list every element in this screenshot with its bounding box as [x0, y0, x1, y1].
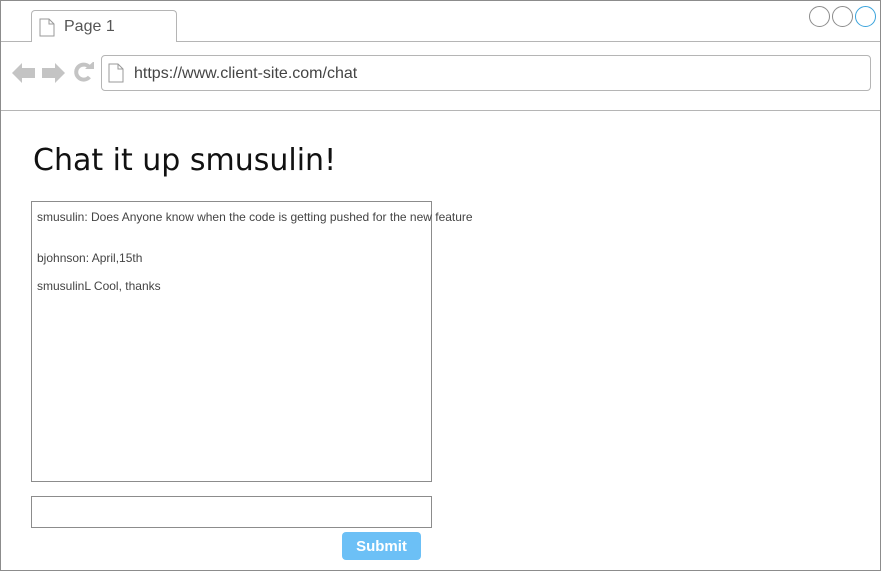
page-icon: [108, 63, 124, 83]
browser-toolbar: https://www.client-site.com/chat: [1, 42, 880, 111]
tab-label: Page 1: [64, 18, 115, 35]
chat-message: smusulin: Does Anyone know when the code…: [37, 210, 473, 224]
chat-message: bjohnson: April,15th: [37, 251, 143, 265]
chat-message: smusulinL Cool, thanks: [37, 279, 161, 293]
window-controls: [809, 6, 876, 27]
maximize-button[interactable]: [832, 6, 853, 27]
forward-arrow-icon[interactable]: [41, 62, 66, 84]
chat-log[interactable]: smusulin: Does Anyone know when the code…: [31, 201, 473, 482]
minimize-button[interactable]: [809, 6, 830, 27]
submit-button[interactable]: Submit: [342, 532, 421, 560]
url-text: https://www.client-site.com/chat: [134, 65, 358, 82]
page-title: Chat it up smusulin!: [33, 143, 337, 178]
back-arrow-icon[interactable]: [11, 62, 36, 84]
message-input[interactable]: [31, 496, 432, 528]
page-icon: [39, 18, 55, 37]
browser-window: Page 1 https://www.client-site.com/chat …: [0, 0, 881, 571]
close-button[interactable]: [855, 6, 876, 27]
reload-icon[interactable]: [72, 62, 95, 84]
tab-page-1[interactable]: Page 1: [31, 10, 177, 42]
address-bar[interactable]: https://www.client-site.com/chat: [101, 55, 871, 91]
tab-bar: Page 1: [1, 1, 880, 42]
